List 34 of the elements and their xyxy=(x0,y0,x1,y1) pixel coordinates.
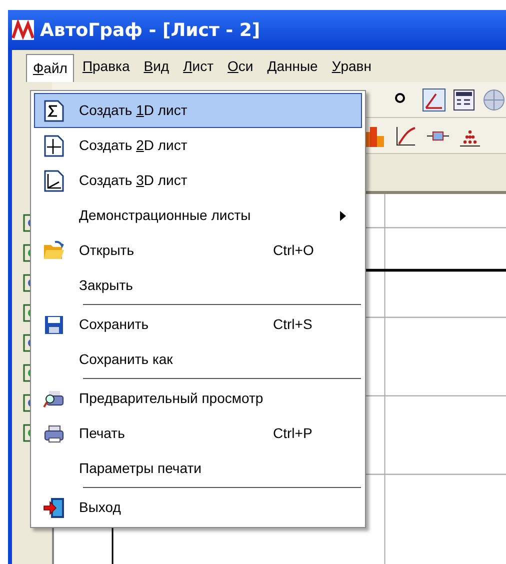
angle-icon[interactable] xyxy=(422,88,446,112)
menu-item[interactable]: Сохранить как xyxy=(34,342,362,377)
menu-item[interactable]: Создать 2D лист xyxy=(34,128,362,163)
sigma-sheet-icon xyxy=(43,100,65,122)
menu-item[interactable]: Сохранить Ctrl+S xyxy=(34,307,362,342)
menu-item[interactable]: Выход xyxy=(34,490,362,525)
menu-title[interactable]: Правка xyxy=(76,52,136,80)
shortcut-text: Ctrl+P xyxy=(273,424,314,443)
menu-item[interactable]: Закрыть xyxy=(34,268,362,303)
window-title: АвтоГраф - [Лист - 2] xyxy=(40,18,260,42)
graph-sheet-icon xyxy=(43,170,65,192)
app-logo-icon xyxy=(12,20,34,40)
shortcut-text: Ctrl+S xyxy=(273,315,314,334)
menu-item[interactable]: Предварительный просмотр xyxy=(34,381,362,416)
menu-title[interactable]: Лист xyxy=(177,52,220,80)
menu-title[interactable]: Вид xyxy=(138,52,176,80)
folder-icon xyxy=(43,240,65,262)
shortcut-text: Ctrl+O xyxy=(273,241,315,260)
menu-item[interactable]: Создать 3D лист xyxy=(34,163,362,198)
globe-icon[interactable] xyxy=(482,88,506,112)
menu-item[interactable]: Открыть Ctrl+O xyxy=(34,233,362,268)
menu-item[interactable]: Создать 1D лист xyxy=(34,93,362,128)
submenu-arrow-icon xyxy=(339,210,347,220)
menu-title[interactable]: Оси xyxy=(222,52,260,80)
menu-item[interactable]: Параметры печати xyxy=(34,451,362,486)
menu-title[interactable]: Данные xyxy=(261,52,324,80)
exit-door-icon xyxy=(43,496,65,518)
menu-title[interactable]: Уравн xyxy=(326,52,378,80)
axes-sheet-icon xyxy=(43,134,65,156)
printer-icon xyxy=(43,422,65,444)
menu-item[interactable]: Печать Ctrl+P xyxy=(34,416,362,451)
menu-title[interactable]: Файл xyxy=(26,54,74,82)
menu-item[interactable]: Демонстрационные листы xyxy=(34,198,362,233)
calculator-icon[interactable] xyxy=(452,88,476,112)
